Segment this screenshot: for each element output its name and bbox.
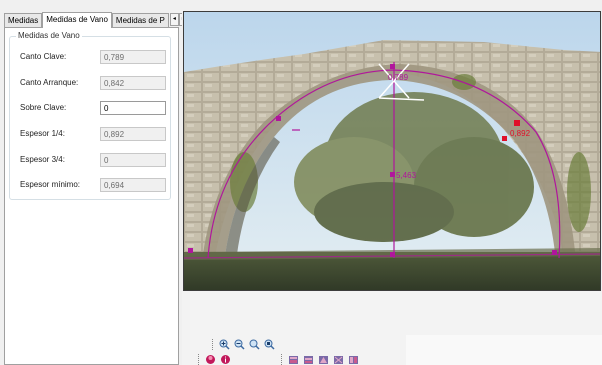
row-canto-clave: Canto Clave: 0,789: [20, 50, 172, 64]
quarter-value: 0,892: [510, 129, 531, 138]
espesor-minimo-label: Espesor mínimo:: [20, 180, 81, 189]
tab-medidas[interactable]: Medidas: [4, 13, 43, 28]
canto-clave-field: 0,789: [100, 50, 166, 64]
row-espesor-3-4: Espesor 3/4: 0: [20, 153, 172, 167]
tab-strip: Medidas Medidas de Vano Medidas de P ◂ ▸: [4, 12, 188, 28]
bridge-scene: 0,789 0,892 5,463: [184, 12, 600, 290]
row-espesor-1-4: Espesor 1/4: 0,892: [20, 127, 172, 141]
tool-2-icon[interactable]: [302, 353, 314, 365]
bridge-photo[interactable]: 0,789 0,892 5,463: [183, 11, 601, 291]
record-icon[interactable]: [204, 353, 216, 365]
espesor-1-4-field: 0,892: [100, 127, 166, 141]
tab-pane: Medidas de Vano Canto Clave: 0,789 Canto…: [4, 27, 179, 365]
tab-scroll-left-button[interactable]: ◂: [169, 13, 179, 26]
record-toolbar: [198, 353, 231, 365]
tab-medidas-de-p[interactable]: Medidas de P: [111, 13, 169, 28]
toolbar-grip[interactable]: [198, 353, 201, 365]
espesor-minimo-field: 0,694: [100, 178, 166, 192]
measures-group: Medidas de Vano Canto Clave: 0,789 Canto…: [9, 31, 172, 200]
sobre-clave-label: Sobre Clave:: [20, 103, 67, 112]
bottom-right-pane: [406, 335, 602, 365]
tools-toolbar: [281, 353, 359, 365]
row-espesor-minimo: Espesor mínimo: 0,694: [20, 178, 172, 192]
espesor-3-4-field: 0: [100, 153, 166, 167]
app-window: Medidas Medidas de Vano Medidas de P ◂ ▸…: [0, 0, 602, 365]
row-canto-arranque: Canto Arranque: 0,842: [20, 76, 172, 90]
zoom-out-icon[interactable]: [233, 338, 245, 350]
espesor-3-4-label: Espesor 3/4:: [20, 155, 65, 164]
canto-arranque-label: Canto Arranque:: [20, 78, 79, 87]
tab-medidas-de-vano[interactable]: Medidas de Vano: [42, 12, 112, 28]
tool-1-icon[interactable]: [287, 353, 299, 365]
tool-3-icon[interactable]: [317, 353, 329, 365]
group-title: Medidas de Vano: [16, 31, 82, 40]
tool-4-icon[interactable]: [332, 353, 344, 365]
sobre-clave-input[interactable]: 0: [100, 101, 166, 115]
info-icon[interactable]: [219, 353, 231, 365]
tool-5-icon[interactable]: [347, 353, 359, 365]
zoom-in-icon[interactable]: [218, 338, 230, 350]
canto-clave-label: Canto Clave:: [20, 52, 67, 61]
bottom-area: [182, 291, 602, 365]
canto-arranque-field: 0,842: [100, 76, 166, 90]
zoom-actual-icon[interactable]: [263, 338, 275, 350]
crown-value: 0,789: [388, 73, 409, 82]
height-value: 5,463: [396, 171, 417, 180]
toolbar-grip[interactable]: [212, 338, 215, 350]
left-panel: Medidas Medidas de Vano Medidas de P ◂ ▸…: [0, 0, 188, 365]
zoom-fit-icon[interactable]: [248, 338, 260, 350]
espesor-1-4-label: Espesor 1/4:: [20, 129, 65, 138]
toolbar-grip[interactable]: [281, 353, 284, 365]
row-sobre-clave: Sobre Clave: 0: [20, 101, 172, 115]
zoom-toolbar: [212, 338, 275, 350]
